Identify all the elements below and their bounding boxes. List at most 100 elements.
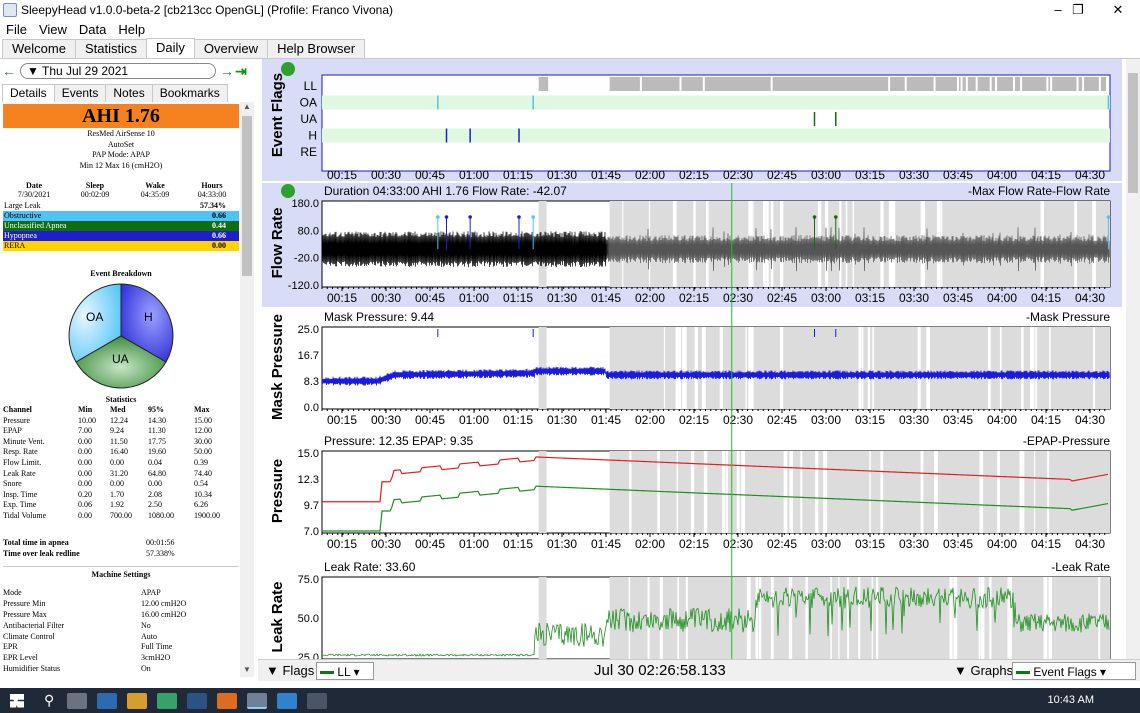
- explorer-icon[interactable]: [127, 692, 148, 709]
- scrollbar-thumb[interactable]: [242, 116, 252, 276]
- graphs-scrollbar-thumb[interactable]: [1128, 73, 1138, 193]
- machine-setting-row: EPR Full Time: [3, 642, 239, 653]
- edge-icon[interactable]: [97, 692, 118, 709]
- tab-notes[interactable]: Notes: [105, 84, 153, 102]
- totals: Total time in apnea 00:01:56 Time over le…: [3, 537, 239, 559]
- menu-view[interactable]: View: [33, 22, 73, 37]
- pressure-info: Pressure: 12.35 EPAP: 9.35: [324, 434, 474, 448]
- word-icon[interactable]: [187, 692, 208, 709]
- pie-label-oa: OA: [86, 310, 103, 324]
- pin-icon-flow[interactable]: [281, 184, 295, 198]
- session-date: 7/30/2021: [17, 190, 51, 199]
- event-flags-select[interactable]: Event Flags ▾: [1012, 662, 1136, 680]
- time-tick-label: 04:15: [1031, 413, 1061, 427]
- graph-area[interactable]: LL OA UA H RE 00:15 00:30 00:45 01:00 01:15 01:30 0…: [258, 59, 1140, 681]
- stat-cell: Insp. Time: [3, 489, 38, 499]
- pressure-legend: -EPAP-Pressure: [1023, 434, 1110, 448]
- time-tick-label: 01:15: [503, 413, 533, 427]
- sleepyhead-icon[interactable]: [247, 692, 268, 709]
- flags-dropdown[interactable]: ▼ Flags: [266, 662, 314, 680]
- time-tick-label: 03:30: [899, 413, 929, 427]
- flag-row-label: OA: [300, 96, 317, 110]
- menu-file[interactable]: File: [0, 22, 33, 37]
- scroll-down-icon[interactable]: ▼: [240, 665, 254, 677]
- stat-cell: 0.06: [78, 500, 92, 510]
- stat-cell: 0.00: [110, 479, 124, 489]
- stat-cell: Snore: [3, 479, 22, 489]
- statistics-row: Leak Rate 0.00 31.20 64.80 74.40: [3, 469, 239, 480]
- search-icon[interactable]: ⚲: [44, 692, 54, 709]
- tab-help-browser[interactable]: Help Browser: [267, 39, 366, 58]
- tab-bookmarks[interactable]: Bookmarks: [151, 84, 228, 102]
- flag-row-label: H: [308, 129, 317, 143]
- time-tick-label: 03:45: [943, 413, 973, 427]
- tab-details[interactable]: Details: [2, 84, 55, 102]
- leak-redline-label: Time over leak redline: [3, 549, 80, 558]
- chrome-icon[interactable]: [157, 692, 178, 709]
- time-tick-label: 03:15: [855, 168, 885, 182]
- stat-cell: 50.00: [194, 447, 212, 457]
- date-picker[interactable]: ▼ Thu Jul 29 2021: [20, 63, 216, 79]
- stat-cell: 14.30: [148, 415, 166, 425]
- stat-cell: 15.00: [194, 415, 212, 425]
- close-icon[interactable]: ✕: [1100, 0, 1136, 20]
- pie-label-ua: UA: [112, 352, 129, 366]
- app-icon-3[interactable]: [307, 692, 328, 709]
- setting-value: On: [141, 664, 151, 674]
- setting-value: No: [141, 620, 151, 630]
- time-tick-label: 03:45: [943, 168, 973, 182]
- graphs-dropdown[interactable]: ▼ Graphs: [954, 662, 1013, 680]
- event-index-value: 0.00: [212, 241, 226, 250]
- time-tick-label: 03:45: [943, 291, 973, 305]
- event-index-label: RERA: [4, 241, 26, 250]
- graphs-scrollbar[interactable]: [1126, 59, 1140, 659]
- prev-day-arrow-icon[interactable]: ←: [2, 63, 16, 79]
- pin-icon[interactable]: [281, 62, 295, 76]
- stat-cell: 0.00: [78, 510, 92, 520]
- time-tick-label: 02:15: [679, 413, 709, 427]
- window-title: SleepyHead v1.0.0-beta-2 [cb213cc OpenGL…: [21, 3, 393, 17]
- app-icon: [3, 3, 17, 17]
- start-icon[interactable]: [10, 693, 24, 708]
- last-day-arrow-icon[interactable]: ⇥: [234, 63, 248, 80]
- time-tick-label: 02:45: [767, 537, 797, 551]
- stat-cell: 12.24: [110, 415, 128, 425]
- graphs-canvas[interactable]: LL OA UA H RE 00:15 00:30 00:45 01:00 01:15 01:30 0…: [258, 59, 1126, 659]
- maximize-icon[interactable]: ❐: [1060, 0, 1096, 20]
- time-tick-label: 02:30: [723, 413, 753, 427]
- mask-ytick-label: 8.3: [304, 376, 319, 388]
- tab-welcome[interactable]: Welcome: [2, 39, 76, 58]
- time-tick-label: 00:15: [327, 168, 357, 182]
- sidebar-scrollbar[interactable]: ▲ ▼: [240, 102, 254, 677]
- statistics-row: Exp. Time 0.06 1.92 2.50 6.26: [3, 500, 239, 511]
- panel-pressure[interactable]: 00:15 00:30 00:45 01:00 01:15 01:30 01:45 02:00…: [262, 433, 1111, 553]
- event-index-value: 0.66: [212, 211, 226, 220]
- pressure-ytick-label: 15.0: [298, 448, 319, 460]
- panel-leak[interactable]: 00:1500:3000:4501:0001:1501:3001:4502:00…: [262, 559, 1111, 659]
- time-tick-label: 01:15: [503, 291, 533, 305]
- task-view-icon[interactable]: [67, 692, 88, 709]
- setting-label: Humidifier Status: [3, 664, 61, 674]
- setting-value: 3cmH2O: [141, 653, 171, 663]
- panel-mask[interactable]: 00:15 00:30 00:45 01:00 01:15 01:30 01:45 02:00…: [262, 309, 1111, 429]
- stat-cell: Pressure: [3, 415, 31, 425]
- pressure-ytick-label: 7.0: [304, 526, 319, 538]
- taskbar: ⚲ 10:43 AM: [0, 688, 1140, 713]
- ll-select[interactable]: LL ▾: [316, 662, 374, 680]
- next-day-arrow-icon[interactable]: →: [220, 63, 234, 79]
- app-icon-2[interactable]: [277, 692, 298, 709]
- menu-data[interactable]: Data: [73, 22, 112, 37]
- event-index-value: 57.34%: [200, 201, 226, 210]
- tab-statistics[interactable]: Statistics: [74, 39, 147, 58]
- tab-overview[interactable]: Overview: [193, 39, 269, 58]
- menu-help[interactable]: Help: [112, 22, 151, 37]
- time-tick-label: 00:15: [327, 413, 357, 427]
- taskbar-clock: 10:43 AM: [1047, 694, 1094, 706]
- tab-events[interactable]: Events: [53, 84, 107, 102]
- stat-cell: 6.26: [194, 500, 208, 510]
- panel-event_flags[interactable]: LL OA UA H RE 00:15 00:30 00:45 01:00 01:15 01:30 0…: [262, 59, 1122, 182]
- scroll-up-icon[interactable]: ▲: [240, 102, 254, 114]
- firefox-icon[interactable]: [217, 692, 238, 709]
- tab-daily[interactable]: Daily: [145, 38, 195, 58]
- time-tick-label: 02:00: [635, 537, 665, 551]
